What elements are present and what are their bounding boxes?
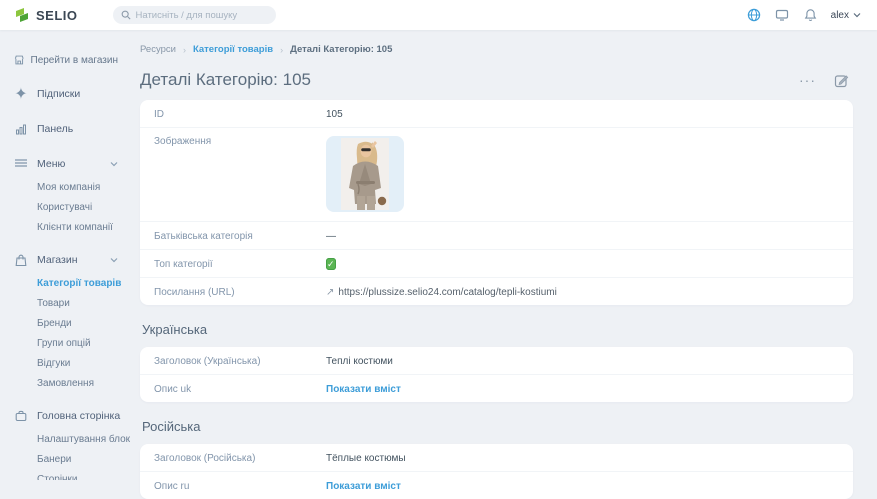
sidebar-item-option-groups[interactable]: Групи опцій xyxy=(12,333,118,353)
hamburger-icon xyxy=(14,157,28,171)
sparkles-icon: ✦ xyxy=(14,87,28,101)
sidebar-item-my-company[interactable]: Моя компанія xyxy=(12,177,118,197)
category-photo-placeholder xyxy=(341,138,389,210)
monitor-icon[interactable] xyxy=(775,8,790,23)
sidebar-item-block-settings[interactable]: Налаштування блоку xyxy=(12,429,118,449)
edit-pencil-icon xyxy=(834,73,849,88)
parent-category-value: — xyxy=(326,229,336,242)
sidebar-item-reviews[interactable]: Відгуки xyxy=(12,353,118,373)
breadcrumb-separator: › xyxy=(183,45,186,55)
title-uk-value: Теплі костюми xyxy=(326,354,393,367)
sidebar-item-brands[interactable]: Бренди xyxy=(12,313,118,333)
logo-text: SELIO xyxy=(36,8,78,23)
sidebar-item-product-categories[interactable]: Категорії товарів xyxy=(12,273,118,293)
detail-row-title-uk: Заголовок (Українська) Теплі костюми xyxy=(140,347,853,375)
bell-icon[interactable] xyxy=(803,8,818,23)
selio-logo-icon xyxy=(15,7,30,23)
external-link-icon: ↗ xyxy=(326,287,334,298)
bar-chart-icon xyxy=(14,122,28,136)
sidebar-item-pages[interactable]: Сторінки xyxy=(12,469,118,480)
breadcrumb-resources[interactable]: Ресурси xyxy=(140,44,176,55)
detail-row-parent-category: Батьківська категорія — xyxy=(140,222,853,250)
sidebar-item-banners[interactable]: Банери xyxy=(12,449,118,469)
section-title-russian: Російська xyxy=(142,419,853,434)
app-header: SELIO alex xyxy=(0,0,877,30)
edit-button[interactable] xyxy=(834,73,849,88)
ukrainian-section-card: Заголовок (Українська) Теплі костюми Опи… xyxy=(140,347,853,402)
sidebar-item-products[interactable]: Товари xyxy=(12,293,118,313)
main-content: Ресурси › Категорії товарів › Деталі Кат… xyxy=(130,30,877,480)
title-ru-value: Тёплые костюмы xyxy=(326,451,406,464)
chevron-down-icon xyxy=(110,161,118,167)
detail-row-image: Зображення xyxy=(140,128,853,222)
user-menu[interactable]: alex xyxy=(831,10,861,21)
detail-row-top-category: Топ категорії ✓ xyxy=(140,250,853,278)
sidebar-item-dashboard[interactable]: Панель xyxy=(12,117,118,141)
sidebar-item-users[interactable]: Користувачі xyxy=(12,197,118,217)
more-options-button[interactable]: ··· xyxy=(799,75,816,85)
id-value: 105 xyxy=(326,107,343,120)
breadcrumb: Ресурси › Категорії товарів › Деталі Кат… xyxy=(140,44,853,55)
storefront-icon xyxy=(14,54,25,66)
section-title-ukrainian: Українська xyxy=(142,322,853,337)
show-content-ru-link[interactable]: Показати вміст xyxy=(326,481,401,492)
go-to-store-label: Перейти в магазин xyxy=(31,55,119,66)
sidebar-item-company-clients[interactable]: Клієнти компанії xyxy=(12,217,118,237)
app-logo[interactable]: SELIO xyxy=(0,7,78,23)
sidebar-item-orders[interactable]: Замовлення xyxy=(12,373,118,393)
category-image[interactable] xyxy=(326,136,404,212)
chevron-down-icon xyxy=(110,257,118,263)
shopping-bag-icon xyxy=(14,253,28,267)
sidebar-item-subscriptions[interactable]: ✦ Підписки xyxy=(12,82,118,106)
top-category-checkbox: ✓ xyxy=(326,258,336,270)
page-title: Деталі Категорію: 105 xyxy=(140,70,311,90)
user-name: alex xyxy=(831,10,849,21)
sidebar-item-menu[interactable]: Меню xyxy=(12,152,118,176)
russian-section-card: Заголовок (Російська) Тёплые костюмы Опи… xyxy=(140,444,853,499)
briefcase-icon xyxy=(14,409,28,423)
detail-row-description-ru: Опис ru Показати вміст xyxy=(140,472,853,499)
breadcrumb-current: Деталі Категорію: 105 xyxy=(290,44,392,55)
chevron-down-icon xyxy=(853,12,861,18)
search-icon xyxy=(121,10,131,20)
breadcrumb-categories[interactable]: Категорії товарів xyxy=(193,44,273,55)
sidebar-go-to-store[interactable]: Перейти в магазин xyxy=(14,54,118,66)
sidebar-item-shop[interactable]: Магазин xyxy=(12,248,118,272)
category-details-card: ID 105 Зображення xyxy=(140,100,853,305)
sidebar-item-homepage[interactable]: Головна сторінка xyxy=(12,404,118,428)
global-search[interactable] xyxy=(113,6,276,24)
detail-row-title-ru: Заголовок (Російська) Тёплые костюмы xyxy=(140,444,853,472)
detail-row-description-uk: Опис uk Показати вміст xyxy=(140,375,853,402)
sidebar: Перейти в магазин ✦ Підписки Панель Меню… xyxy=(0,30,130,480)
show-content-uk-link[interactable]: Показати вміст xyxy=(326,384,401,395)
category-url-link[interactable]: https://plussize.selio24.com/catalog/tep… xyxy=(338,287,556,298)
globe-icon[interactable] xyxy=(747,8,762,23)
search-input[interactable] xyxy=(136,10,268,21)
detail-row-id: ID 105 xyxy=(140,100,853,128)
detail-row-url: Посилання (URL) ↗ https://plussize.selio… xyxy=(140,278,853,305)
breadcrumb-separator: › xyxy=(280,45,283,55)
